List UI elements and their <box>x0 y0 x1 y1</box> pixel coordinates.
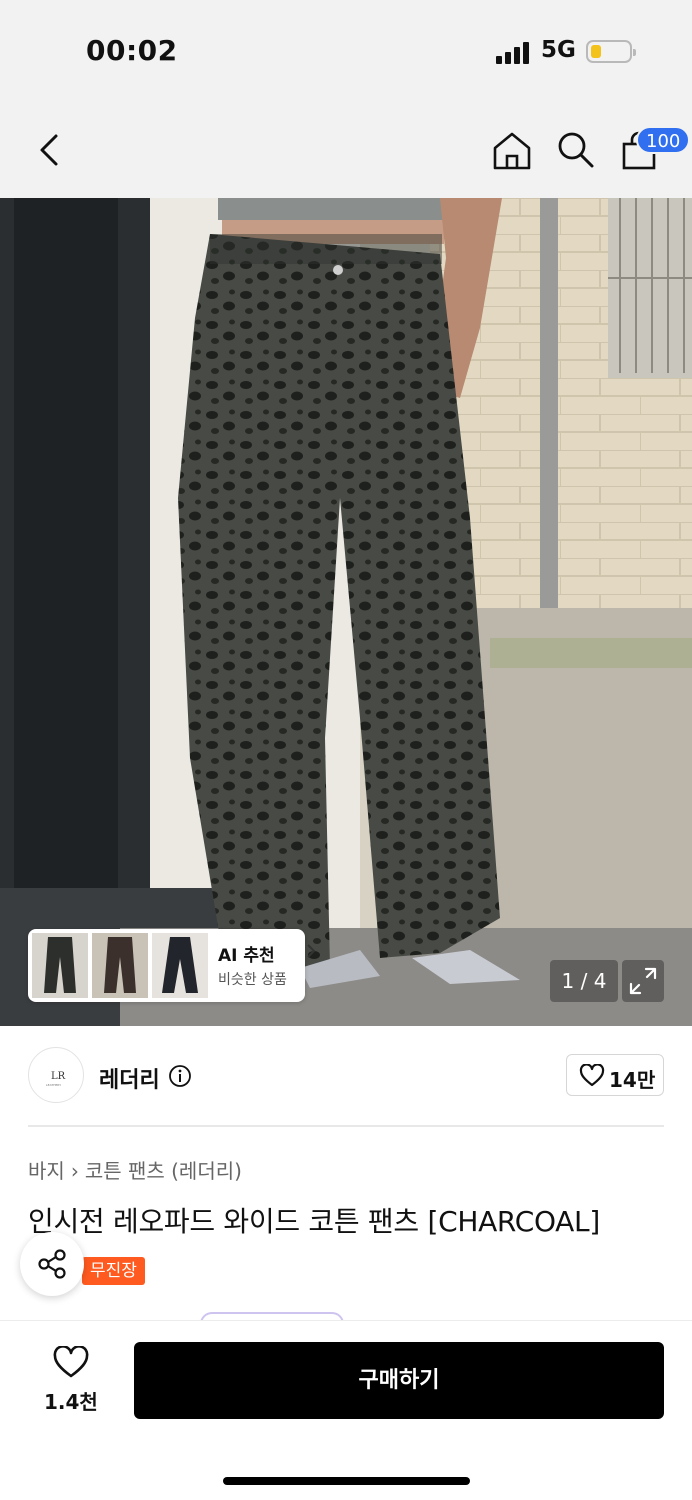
svg-text:LEATHERY: LEATHERY <box>46 1083 61 1087</box>
svg-text:LR: LR <box>51 1071 66 1082</box>
share-icon <box>38 1249 66 1279</box>
breadcrumb-item-category[interactable]: 바지 <box>28 1159 65 1183</box>
status-bar: 00:02 5G <box>0 0 692 100</box>
home-icon[interactable] <box>490 130 534 172</box>
info-icon[interactable] <box>168 1064 192 1088</box>
brand-logo[interactable]: LR LEATHERY <box>28 1047 84 1103</box>
breadcrumb-item-subcategory[interactable]: 코튼 팬츠 (레더리) <box>85 1159 242 1183</box>
product-photo <box>0 198 692 1026</box>
battery-icon <box>586 40 636 63</box>
ai-recommend-card[interactable]: AI 추천 비슷한 상품 <box>28 929 316 1002</box>
image-page-indicator: 1 / 4 <box>550 960 618 1002</box>
cart-badge: 100 <box>636 126 691 154</box>
chevron-left-icon[interactable] <box>30 128 70 172</box>
divider <box>28 1125 664 1127</box>
expand-button[interactable] <box>622 960 664 1002</box>
chevron-right-icon <box>307 944 316 958</box>
ai-thumbnail <box>32 933 88 998</box>
product-image[interactable] <box>0 198 692 1026</box>
brand-like-count: 14만 <box>609 1068 656 1092</box>
breadcrumb: 바지 › 코튼 팬츠 (레더리) <box>28 1155 242 1184</box>
heart-icon <box>579 1064 605 1087</box>
heart-icon[interactable] <box>52 1346 90 1380</box>
brand-name[interactable]: 레더리 <box>99 1062 160 1094</box>
wish-count: 1.4천 <box>44 1390 98 1414</box>
ai-recommend-subtitle: 비슷한 상품 <box>218 972 287 988</box>
product-title: 인시전 레오파드 와이드 코튼 팬츠 [CHARCOAL] <box>28 1205 600 1238</box>
brand-like-button[interactable]: 14만 <box>566 1054 664 1096</box>
buy-button[interactable]: 구매하기 <box>134 1342 664 1419</box>
status-time: 00:02 <box>86 34 178 67</box>
signal-icon <box>496 42 532 64</box>
ai-recommend-title: AI 추천 <box>218 946 275 966</box>
home-indicator <box>223 1477 470 1485</box>
ai-thumbnail <box>92 933 148 998</box>
network-type: 5G <box>541 37 576 63</box>
chevron-right-icon: › <box>70 1159 79 1183</box>
search-icon[interactable] <box>554 128 596 170</box>
product-tag: 무진장 <box>82 1257 145 1285</box>
expand-icon <box>629 967 657 995</box>
share-button[interactable] <box>20 1232 84 1296</box>
ai-thumbnail <box>152 933 208 998</box>
top-nav-bar <box>0 100 692 198</box>
